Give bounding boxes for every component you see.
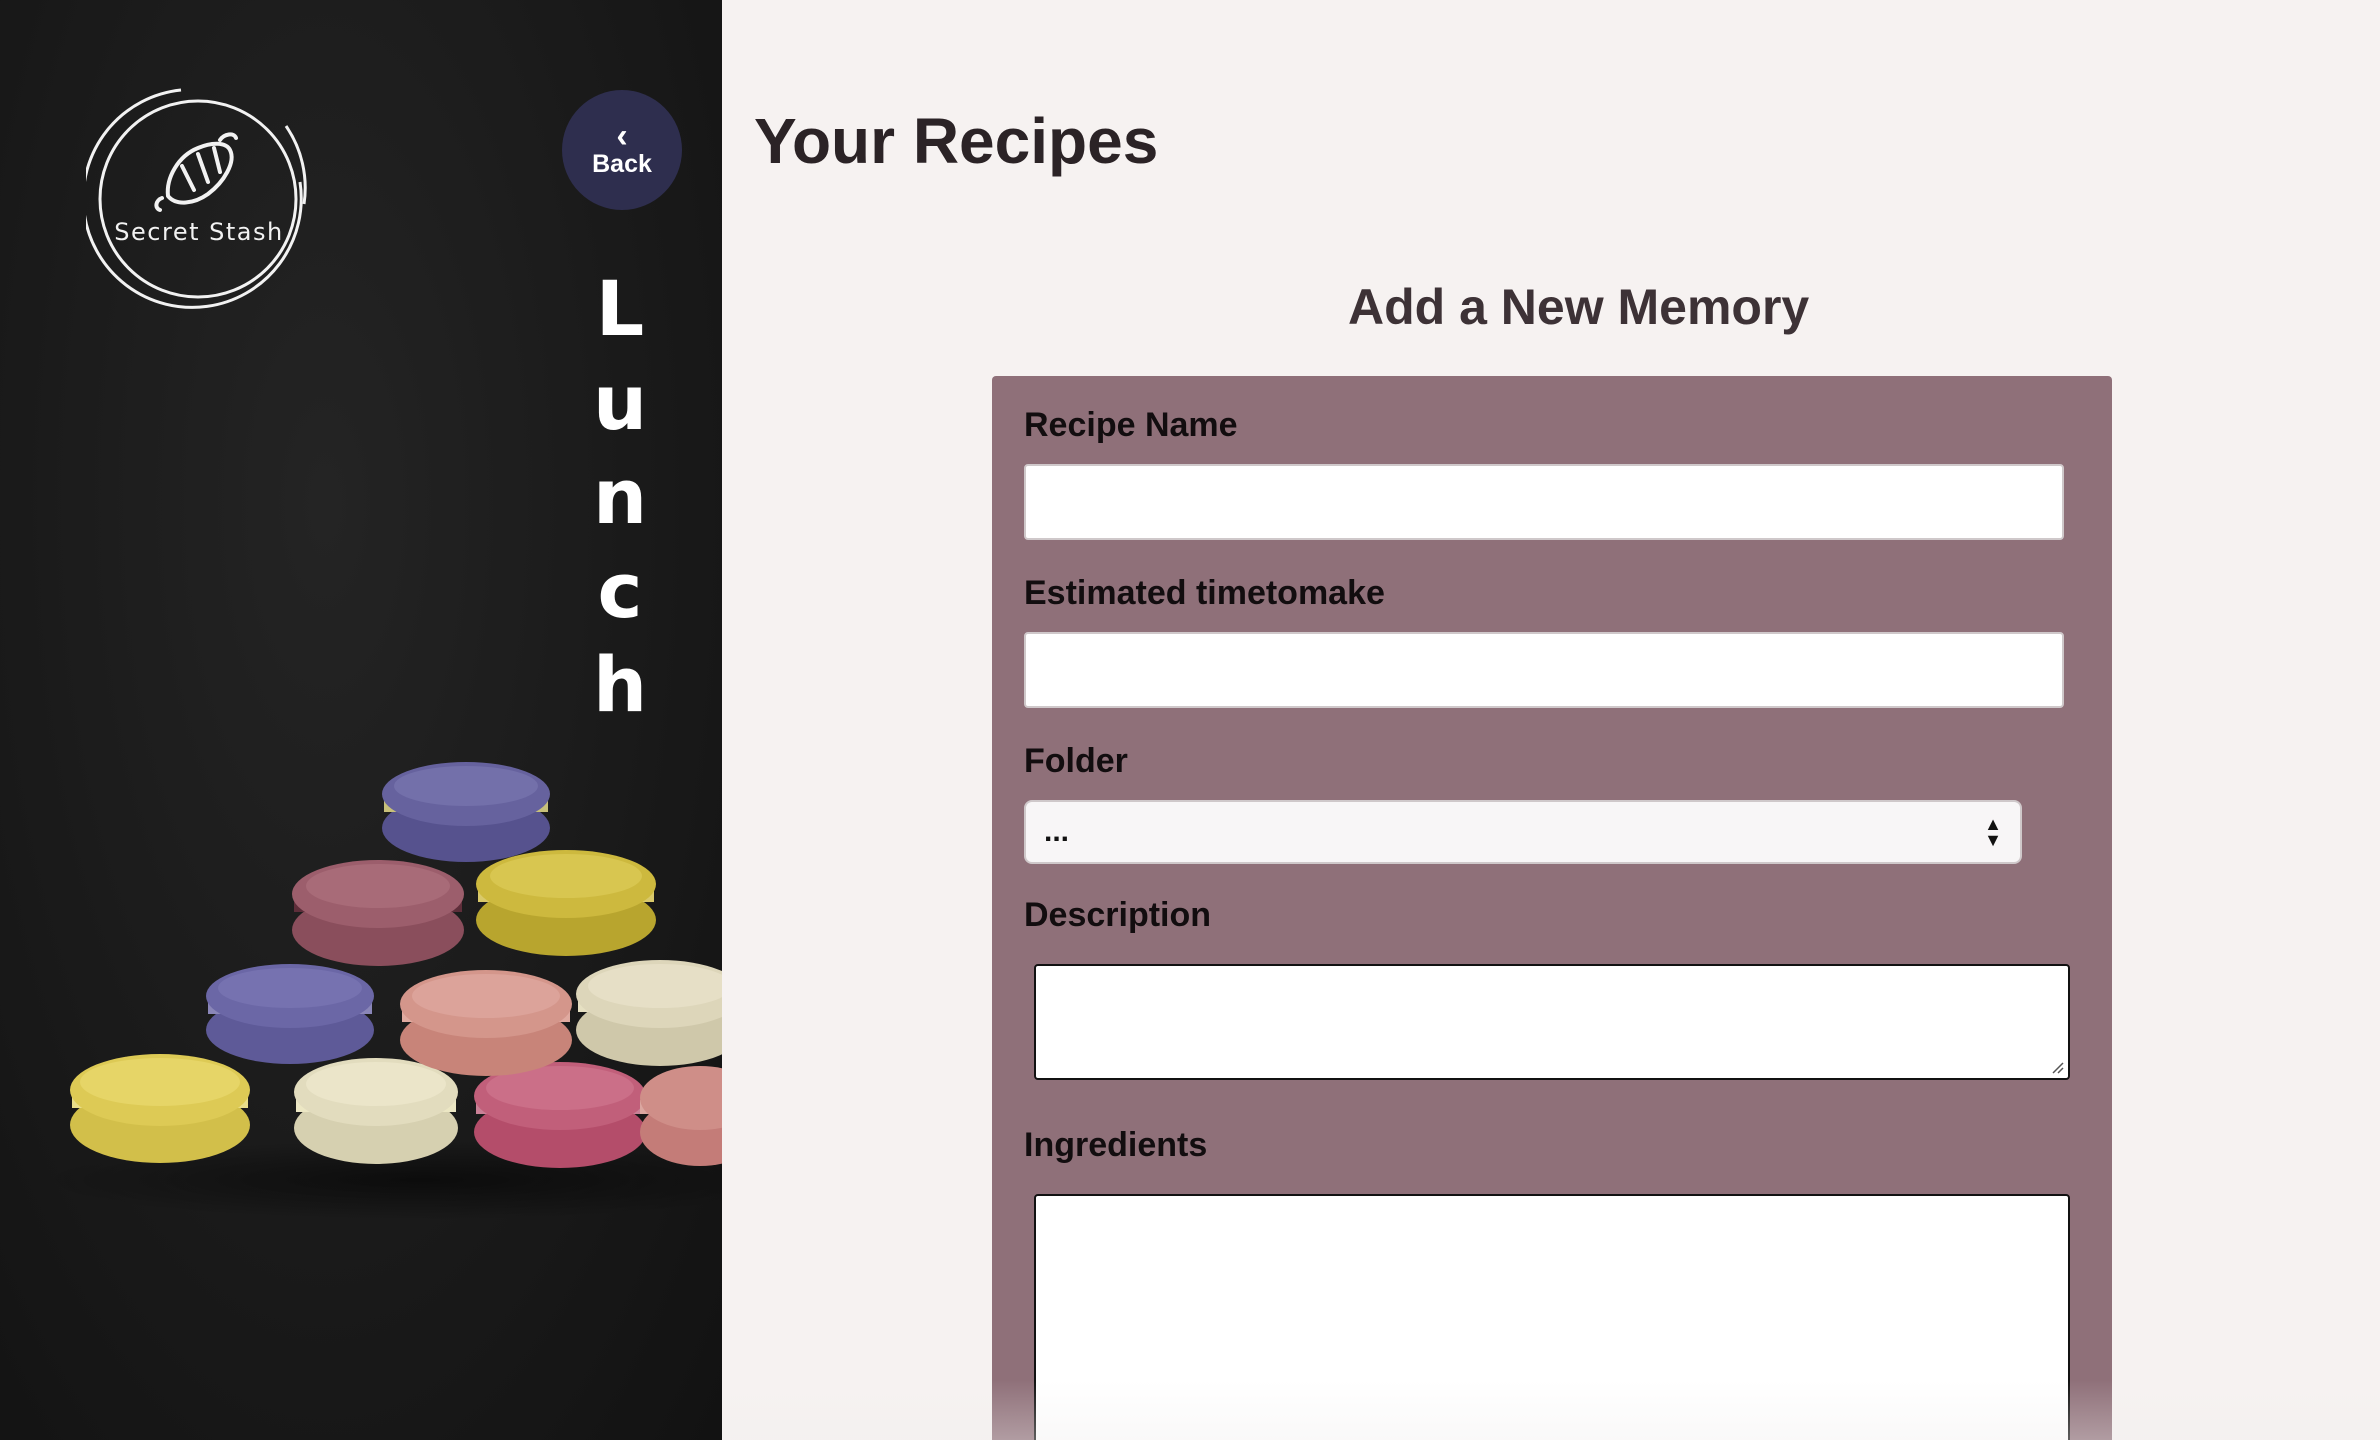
main-content: Your Recipes Add a New Memory Recipe Nam…	[722, 0, 2380, 1440]
form-heading: Add a New Memory	[1348, 279, 1810, 335]
back-button-label: Back	[592, 149, 652, 178]
logo-rings	[86, 88, 307, 309]
category-letter: u	[592, 358, 648, 447]
category-letter: h	[592, 640, 648, 729]
resize-grip-icon[interactable]	[2050, 1060, 2064, 1074]
time-to-make-input[interactable]	[1024, 632, 2064, 708]
time-to-make-label: Estimated timetomake	[1024, 574, 1385, 612]
sidebar: Secret Stash ‹ Back L u n c h	[0, 0, 722, 1440]
folder-select[interactable]: ... ▲ ▼	[1024, 800, 2022, 864]
category-vertical-label: L u n c h	[560, 262, 680, 732]
macaron-salmon-1	[640, 1066, 722, 1166]
back-button[interactable]: ‹ Back	[562, 90, 682, 210]
ingredients-textarea[interactable]	[1034, 1194, 2070, 1440]
macaron-lavender-1	[206, 964, 374, 1064]
ingredients-label: Ingredients	[1024, 1126, 1208, 1164]
description-label: Description	[1024, 896, 1212, 934]
page: Secret Stash ‹ Back L u n c h Your Recip…	[0, 0, 2380, 1440]
select-arrows-icon: ▲ ▼	[1984, 814, 2002, 850]
folder-select-value: ...	[1044, 815, 1070, 848]
new-recipe-form: Recipe Name Estimated timetomake Folder …	[992, 376, 2112, 1440]
recipe-name-label: Recipe Name	[1024, 406, 1238, 444]
folder-label: Folder	[1024, 742, 1128, 780]
macaron-cream-2	[576, 960, 722, 1066]
logo-text: Secret Stash	[114, 218, 284, 246]
logo[interactable]: Secret Stash	[86, 86, 312, 312]
macaron-yellow-2	[476, 850, 656, 956]
croissant-icon	[154, 132, 238, 212]
macaron-cream-1	[294, 1058, 458, 1164]
category-letter: n	[592, 452, 648, 541]
recipe-name-input[interactable]	[1024, 464, 2064, 540]
chevron-left-icon: ‹	[616, 116, 628, 155]
category-letter: L	[595, 264, 645, 353]
category-letter: c	[597, 546, 643, 635]
description-textarea[interactable]	[1034, 964, 2070, 1080]
page-title: Your Recipes	[754, 105, 1159, 177]
macaron-pink-1	[474, 1062, 646, 1168]
macaron-lavender-2	[382, 762, 550, 862]
macaron-stack-image	[0, 740, 722, 1240]
macaron-mauve-1	[292, 860, 464, 966]
macaron-salmon-2	[400, 970, 572, 1076]
macaron-yellow-1	[70, 1054, 250, 1163]
